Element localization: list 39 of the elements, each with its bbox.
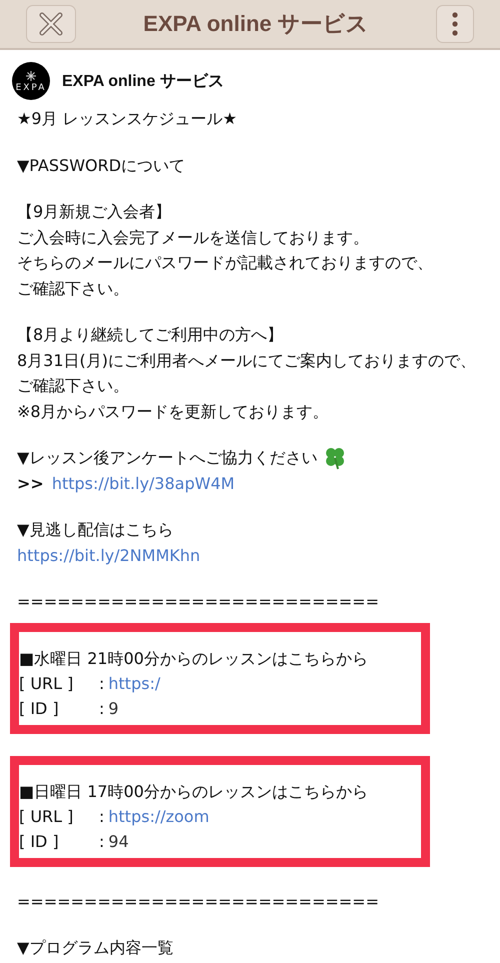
message-text: 【9月新規ご入会者】	[17, 201, 172, 223]
field-separator: :	[99, 806, 104, 828]
url-link[interactable]: https:/	[108, 670, 160, 696]
field-separator: :	[99, 698, 104, 720]
window-title: EXPA online サービス	[143, 10, 369, 38]
lesson-heading: ■水曜日 21時00分からのレッスンはこちらから	[19, 648, 369, 670]
field-label: [ ID ]	[19, 698, 60, 720]
message-text: ===========================	[17, 890, 380, 912]
flower-icon	[25, 70, 37, 82]
message-text: ▼PASSWORDについて	[17, 154, 186, 176]
url-link[interactable]: https://bit.ly/38apW4M	[52, 470, 235, 496]
message-text: ▼レッスン後アンケートへご協力ください	[17, 447, 318, 469]
close-icon	[38, 11, 64, 37]
message-text: そちらのメールにパスワードが記載されておりますので、	[17, 252, 434, 274]
account-logo: EXPA	[12, 62, 50, 100]
message-text: ご確認下さい。	[17, 278, 130, 300]
message-text: ご入会時に入会完了メールを送信しております。	[17, 226, 370, 248]
field-label: [ URL ]	[19, 806, 74, 828]
field-value: 94	[108, 830, 129, 852]
more-icon	[451, 11, 459, 37]
message-text: ===========================	[17, 591, 380, 613]
url-link[interactable]: https://zoom	[108, 804, 210, 828]
message-text: ▼見逃し配信はこちら	[17, 519, 174, 541]
message-text: ▼プログラム内容一覧	[17, 937, 174, 959]
account-name: EXPA online サービス	[62, 72, 224, 92]
more-button[interactable]	[436, 5, 474, 43]
message-text: ※8月からパスワードを更新しております。	[17, 400, 330, 422]
message-text: 8月31日(月)にご利用者へメールにてご案内しておりますので、ご確認下さい。	[17, 350, 478, 397]
message-text: 【8月より継続してご利用中の方へ】	[17, 324, 284, 346]
field-value: 9	[108, 698, 119, 720]
link-prefix: >>	[17, 472, 44, 494]
message-text: ★9月 レッスンスケジュール★	[17, 108, 238, 130]
field-separator: :	[99, 672, 104, 694]
field-separator: :	[99, 830, 104, 852]
lesson-heading: ■日曜日 17時00分からのレッスンはこちらから	[19, 780, 369, 802]
field-label: [ ID ]	[19, 830, 60, 852]
close-button[interactable]	[26, 5, 76, 43]
url-link[interactable]: https://bit.ly/2NMMKhn	[17, 542, 200, 568]
field-label: [ URL ]	[19, 672, 74, 694]
